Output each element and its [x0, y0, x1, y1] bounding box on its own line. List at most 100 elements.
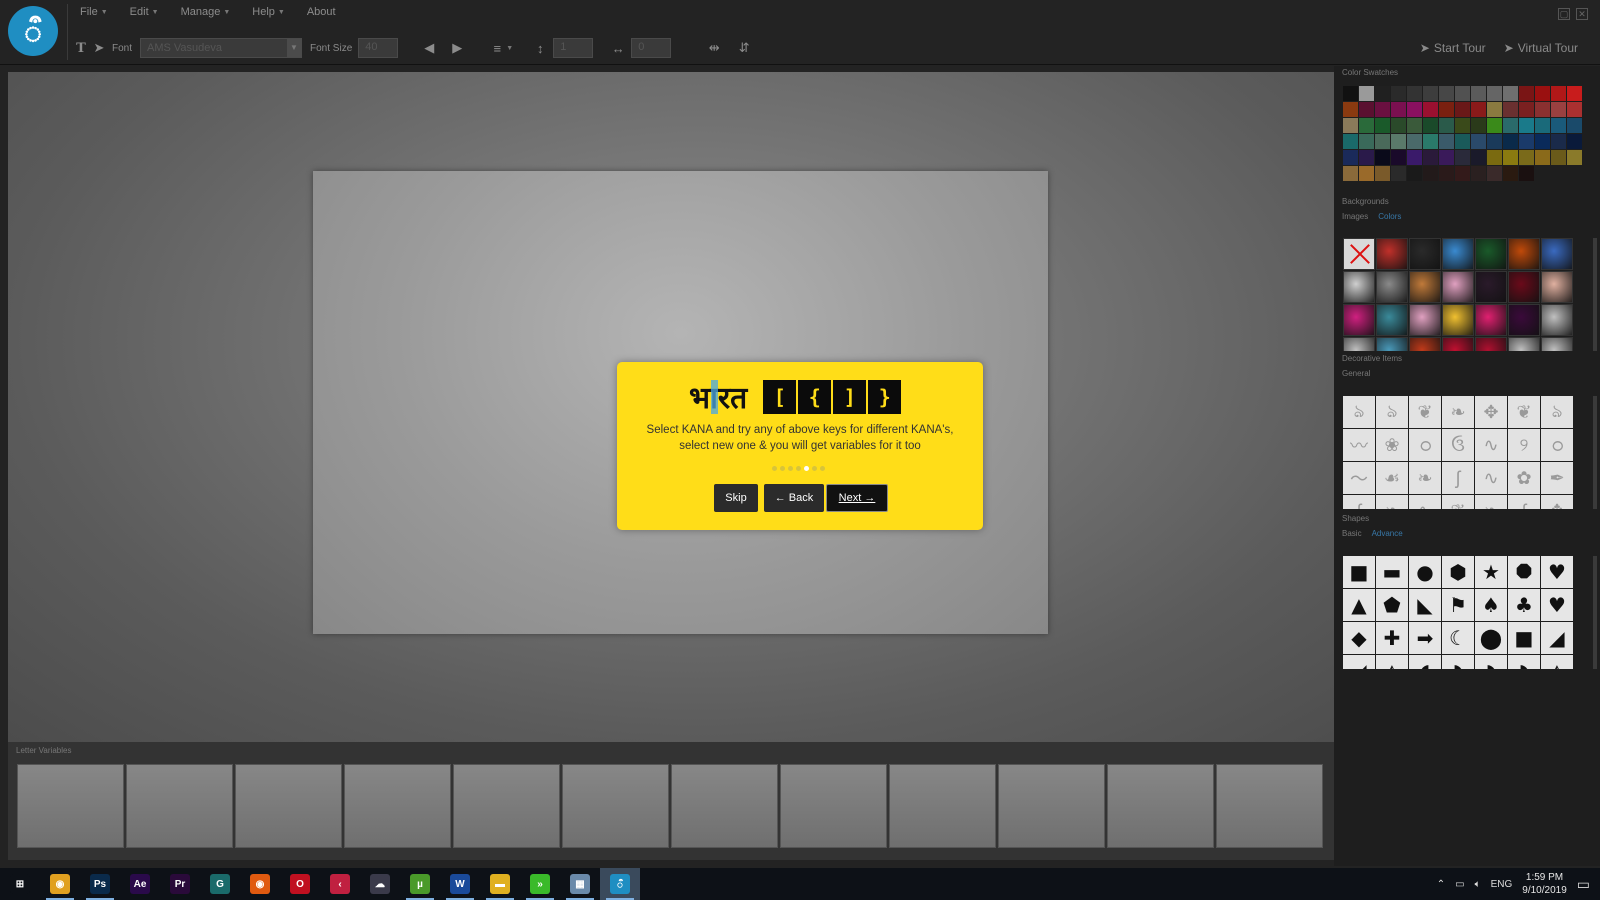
taskbar-app-chevrons[interactable]: » [520, 868, 560, 900]
decorative-item[interactable]: 〜 [1343, 462, 1375, 494]
decorative-item[interactable]: ઉ [1442, 429, 1474, 461]
color-swatch[interactable] [1503, 102, 1518, 117]
color-swatch[interactable] [1439, 134, 1454, 149]
decorative-item[interactable]: ʃ [1442, 462, 1474, 494]
taskbar-utorrent[interactable]: µ [400, 868, 440, 900]
flip-horizontal-icon[interactable]: ⇹ [705, 40, 723, 56]
taskbar-app-g[interactable]: G [200, 868, 240, 900]
color-swatch[interactable] [1391, 102, 1406, 117]
color-swatch[interactable] [1423, 134, 1438, 149]
letter-variable-cell[interactable] [562, 764, 669, 848]
close-window-button[interactable]: ✕ [1576, 8, 1588, 20]
shape-item[interactable]: ♥ [1541, 589, 1573, 621]
color-swatch[interactable] [1503, 150, 1518, 165]
taskbar-app-cloud[interactable]: ☁ [360, 868, 400, 900]
decorative-item[interactable]: ❦ [1409, 396, 1441, 428]
color-swatch[interactable] [1487, 102, 1502, 117]
start-tour-button[interactable]: ➤ Start Tour [1420, 41, 1486, 55]
letter-variable-cell[interactable] [780, 764, 887, 848]
taskbar-app-image[interactable]: ▦ [560, 868, 600, 900]
color-swatch[interactable] [1535, 150, 1550, 165]
decorative-item[interactable]: ❧ [1442, 396, 1474, 428]
color-swatch[interactable] [1519, 134, 1534, 149]
color-swatch[interactable] [1471, 166, 1486, 181]
color-swatch[interactable] [1423, 166, 1438, 181]
shape-item[interactable]: ⬢ [1442, 556, 1474, 588]
flip-vertical-icon[interactable]: ⇵ [735, 40, 753, 56]
decorative-item[interactable]: ഠ [1541, 429, 1573, 461]
background-thumb[interactable] [1508, 238, 1540, 270]
color-swatch[interactable] [1407, 118, 1422, 133]
background-thumb[interactable] [1508, 337, 1540, 351]
color-swatch[interactable] [1567, 86, 1582, 101]
taskbar-current-app[interactable]: ऀ [600, 868, 640, 900]
color-swatch[interactable] [1375, 166, 1390, 181]
notifications-icon[interactable]: ▭ [1577, 876, 1590, 893]
menu-edit[interactable]: Edit ▼ [130, 6, 159, 18]
color-swatch[interactable] [1535, 134, 1550, 149]
letter-variable-cell[interactable] [998, 764, 1105, 848]
shape-item[interactable]: ⚑ [1442, 589, 1474, 621]
decorative-item[interactable]: ∿ [1409, 495, 1441, 509]
backgrounds-scrollbar[interactable] [1593, 238, 1597, 351]
decorative-item[interactable]: ∿ [1475, 429, 1507, 461]
color-swatch[interactable] [1407, 134, 1422, 149]
color-swatch[interactable] [1503, 166, 1518, 181]
shape-item[interactable]: ◖ [1409, 655, 1441, 669]
color-swatch[interactable] [1359, 150, 1374, 165]
color-swatch[interactable] [1455, 102, 1470, 117]
color-swatch[interactable] [1423, 150, 1438, 165]
decorative-item[interactable]: ❦ [1442, 495, 1474, 509]
taskbar-firefox[interactable]: ◉ [240, 868, 280, 900]
background-thumb[interactable] [1376, 271, 1408, 303]
decorative-item[interactable]: ✿ [1508, 462, 1540, 494]
color-swatch[interactable] [1439, 86, 1454, 101]
color-swatch[interactable] [1519, 118, 1534, 133]
shape-item[interactable]: ◢ [1541, 622, 1573, 654]
color-swatch[interactable] [1423, 102, 1438, 117]
color-swatch[interactable] [1391, 166, 1406, 181]
color-swatch[interactable] [1471, 86, 1486, 101]
color-swatch[interactable] [1359, 134, 1374, 149]
color-swatch[interactable] [1375, 102, 1390, 117]
background-thumb[interactable] [1409, 337, 1441, 351]
color-swatch[interactable] [1471, 118, 1486, 133]
color-swatch[interactable] [1551, 150, 1566, 165]
tray-chevron-up-icon[interactable]: ⌃ [1437, 879, 1445, 890]
background-thumb[interactable] [1376, 337, 1408, 351]
decorative-item[interactable]: ∿ [1475, 462, 1507, 494]
letter-variable-cell[interactable] [889, 764, 996, 848]
color-swatch[interactable] [1551, 86, 1566, 101]
color-swatch[interactable] [1455, 150, 1470, 165]
color-swatch[interactable] [1439, 150, 1454, 165]
font-size-input[interactable]: 40 [358, 38, 399, 58]
shape-item[interactable]: ♥ [1541, 556, 1573, 588]
menu-file[interactable]: File ▼ [80, 6, 108, 18]
shape-item[interactable]: ➡ [1409, 622, 1441, 654]
decorative-item[interactable]: ☙ [1376, 462, 1408, 494]
shape-item[interactable]: ⬤ [1475, 622, 1507, 654]
background-thumb[interactable] [1409, 304, 1441, 336]
color-swatch[interactable] [1359, 118, 1374, 133]
decorative-item[interactable]: ʃ [1508, 495, 1540, 509]
color-swatch[interactable] [1391, 150, 1406, 165]
background-thumb[interactable] [1376, 304, 1408, 336]
background-thumb[interactable] [1475, 304, 1507, 336]
taskbar-photoshop[interactable]: Ps [80, 868, 120, 900]
color-swatch[interactable] [1375, 118, 1390, 133]
color-swatch[interactable] [1487, 150, 1502, 165]
shape-item[interactable]: ◭ [1376, 655, 1408, 669]
align-chevron-icon[interactable]: ▼ [506, 45, 513, 52]
taskbar-after-effects[interactable]: Ae [120, 868, 160, 900]
taskbar-premiere[interactable]: Pr [160, 868, 200, 900]
decorative-item[interactable]: ୨ [1508, 429, 1540, 461]
decorative-item[interactable]: ✒ [1541, 462, 1573, 494]
shape-item[interactable]: ★ [1475, 556, 1507, 588]
language-indicator[interactable]: ENG [1491, 879, 1513, 890]
clock[interactable]: 1:59 PM 9/10/2019 [1522, 871, 1567, 897]
shape-item[interactable]: ⬟ [1376, 589, 1408, 621]
tab-colors[interactable]: Colors [1378, 212, 1401, 221]
color-swatch[interactable] [1407, 150, 1422, 165]
shape-item[interactable]: ◭ [1541, 655, 1573, 669]
shape-item[interactable]: ◗ [1442, 655, 1474, 669]
